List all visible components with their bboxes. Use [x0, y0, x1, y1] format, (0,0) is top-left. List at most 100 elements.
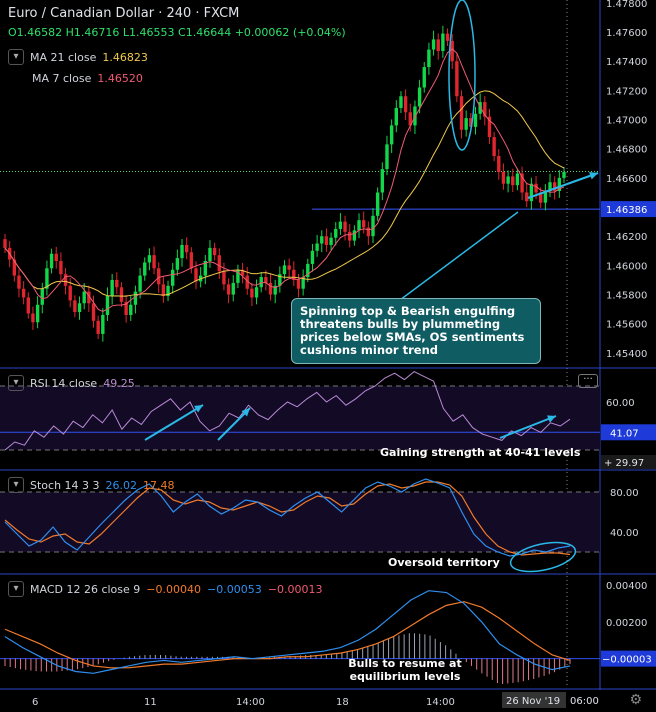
candle-body: [315, 243, 319, 251]
candle-body: [171, 269, 175, 286]
stoch-annotation: Oversold territory: [388, 556, 500, 569]
price-axis-label: 1.46800: [606, 145, 647, 156]
price-axis-label: 1.46200: [606, 232, 647, 243]
candle-body: [357, 220, 361, 231]
price-axis-label: 1.45800: [606, 291, 647, 302]
more-icon[interactable]: ···: [578, 374, 598, 388]
macd-axis-label: −0.00003: [602, 655, 652, 666]
candle-body: [152, 255, 156, 269]
legend-stoch-d: 17.48: [143, 478, 175, 492]
legend-ma7-value: 1.46520: [97, 72, 143, 85]
candle-body: [366, 227, 371, 237]
candle-body: [129, 304, 133, 315]
main-annotation: Spinning top & Bearish engulfing threate…: [291, 298, 541, 364]
candle-body: [320, 236, 324, 244]
candle-body: [287, 265, 291, 270]
candle-body: [506, 176, 510, 184]
legend-macd-signal: −0.00053: [207, 582, 262, 596]
candle-body: [282, 265, 287, 275]
candle-body: [259, 277, 263, 288]
price-axis-label: 1.46000: [606, 261, 647, 272]
chevron-down-icon[interactable]: ▾: [8, 581, 24, 597]
trend-arrow-head: [589, 172, 598, 180]
candle-body: [338, 221, 343, 229]
open-value: O1.46582: [8, 26, 63, 39]
candle-body: [417, 87, 422, 107]
macd-axis-label: 0.00400: [606, 581, 647, 592]
candle-body: [222, 271, 226, 285]
crosshair-time-label: 06:00: [570, 696, 599, 707]
candle-body: [180, 244, 184, 259]
legend-stoch[interactable]: ▾ Stoch 14 3 3 26.02 17.48: [8, 477, 175, 493]
candle-body: [161, 284, 166, 297]
price-axis-label: 1.45600: [606, 320, 647, 331]
stoch-axis-label: 80.00: [610, 488, 639, 499]
candle-body: [59, 261, 63, 275]
candle-body: [268, 282, 273, 295]
callout-pointer: [399, 211, 519, 301]
candle-body: [101, 314, 105, 334]
ohlc-readout: O1.46582 H1.46716 L1.46553 C1.46644 +0.0…: [8, 26, 346, 39]
candle-body: [310, 250, 315, 264]
price-axis-label: 1.47000: [606, 116, 647, 127]
price-axis-label: 1.45400: [606, 349, 647, 360]
candle-body: [334, 228, 338, 238]
macd-signal-line: [4, 601, 571, 669]
candle-body: [497, 156, 501, 173]
candle-body: [501, 172, 506, 184]
legend-ma21-value: 1.46823: [102, 50, 148, 64]
legend-macd-value: −0.00040: [146, 582, 202, 596]
legend-macd[interactable]: ▾ MACD 12 26 close 9 −0.00040 −0.00053 −…: [8, 581, 322, 597]
candle-body: [254, 287, 259, 298]
candle-body: [525, 192, 529, 202]
candle-body: [133, 291, 138, 305]
candle-body: [96, 320, 100, 334]
legend-ma21[interactable]: ▾ MA 21 close 1.46823: [8, 49, 148, 65]
legend-stoch-k: 26.02: [105, 478, 138, 492]
candle-body: [63, 274, 68, 286]
chevron-down-icon[interactable]: ▾: [8, 477, 24, 493]
candle-body: [422, 67, 426, 88]
time-axis-label: 14:00: [236, 697, 265, 708]
change-value: +0.00062 (+0.04%): [234, 26, 346, 39]
legend-rsi[interactable]: ▾ RSI 14 close 49.25: [8, 375, 135, 391]
candle-body: [529, 183, 534, 202]
candle-body: [105, 296, 110, 315]
candle-body: [212, 247, 217, 256]
candle-body: [394, 107, 398, 126]
candle-body: [399, 96, 403, 108]
candle-body: [110, 279, 114, 297]
price-axis-label: 1.47800: [606, 0, 647, 10]
high-value: H1.46716: [65, 26, 120, 39]
legend-rsi-value: 49.25: [103, 376, 135, 390]
candle-body: [208, 247, 212, 262]
rsi-annotation: Gaining strength at 40-41 levels: [380, 446, 581, 459]
candle-body: [450, 40, 454, 62]
candle-body: [217, 255, 221, 272]
candle-body: [3, 239, 7, 248]
price-axis-label: 1.46600: [606, 174, 647, 185]
candle-body: [147, 255, 152, 263]
gear-icon[interactable]: ⚙: [629, 692, 642, 708]
macd-line: [4, 590, 571, 674]
candle-body: [264, 277, 268, 283]
candle-body: [175, 258, 180, 270]
candle-body: [40, 288, 44, 305]
candle-body: [352, 230, 357, 241]
legend-macd-hist: −0.00013: [267, 582, 323, 596]
candle-body: [194, 268, 198, 282]
candle-body: [143, 262, 147, 276]
legend-ma7[interactable]: MA 7 close 1.46520: [32, 72, 143, 85]
stoch-axis-label: 40.00: [610, 528, 639, 539]
candle-body: [68, 285, 72, 301]
candle-body: [455, 61, 459, 97]
candle-body: [427, 49, 431, 68]
candle-body: [348, 231, 352, 241]
chevron-down-icon[interactable]: ▾: [8, 49, 24, 65]
chevron-down-icon[interactable]: ▾: [8, 375, 24, 391]
candle-body: [231, 282, 235, 295]
rsi-axis-label: 41.07: [610, 428, 639, 439]
candle-body: [324, 236, 329, 245]
close-value: C1.46644: [178, 26, 232, 39]
candle-body: [389, 125, 394, 145]
